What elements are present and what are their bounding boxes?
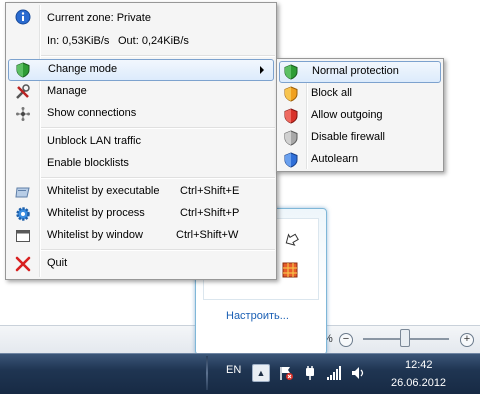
network-signal-icon[interactable]	[326, 365, 342, 381]
change-mode-submenu: Normal protection Block all Allow outgoi…	[276, 58, 444, 172]
menu-item-label: Manage	[47, 85, 87, 97]
show-hidden-icons-button[interactable]: ▲	[252, 364, 270, 382]
menu-item-label: Show connections	[47, 107, 137, 119]
menu-item-whitelist-executable[interactable]: Whitelist by executable Ctrl+Shift+E	[8, 181, 274, 203]
gear-icon	[16, 207, 30, 221]
menu-item-label: Whitelist by window	[47, 229, 143, 241]
submenu-item-allow-outgoing[interactable]: Allow outgoing	[279, 105, 441, 127]
zoom-in-button[interactable]: +	[460, 333, 474, 347]
zoom-out-button[interactable]: −	[339, 333, 353, 347]
shield-orange-icon	[284, 86, 298, 102]
menu-item-whitelist-window[interactable]: Whitelist by window Ctrl+Shift+W	[8, 225, 274, 247]
submenu-item-label: Normal protection	[312, 65, 399, 77]
menu-separator	[41, 177, 275, 179]
shield-grey-icon	[284, 130, 298, 146]
submenu-item-label: Allow outgoing	[311, 109, 383, 121]
clock-time[interactable]: 12:42	[405, 359, 433, 371]
tools-icon	[16, 84, 30, 99]
submenu-item-disable-firewall[interactable]: Disable firewall	[279, 127, 441, 149]
traffic-in-label: In: 0,53KiB/s	[47, 35, 110, 47]
menu-item-label: Enable blocklists	[47, 157, 129, 169]
close-icon	[15, 256, 31, 272]
menu-item-label: Whitelist by executable	[47, 185, 160, 197]
submenu-item-block-all[interactable]: Block all	[279, 83, 441, 105]
menu-item-label: Change mode	[48, 63, 118, 75]
shield-blue-icon	[284, 152, 298, 168]
window-icon	[16, 230, 30, 242]
menu-separator	[41, 55, 275, 57]
traffic-out-label: Out: 0,24KiB/s	[118, 35, 189, 47]
executable-icon	[15, 187, 30, 198]
submenu-arrow-icon	[260, 66, 264, 74]
zoom-slider-thumb[interactable]	[400, 329, 410, 347]
flag-alert-icon[interactable]	[278, 365, 294, 381]
menu-item-shortcut: Ctrl+Shift+W	[176, 229, 239, 241]
submenu-item-label: Disable firewall	[311, 131, 385, 143]
info-icon	[15, 9, 31, 25]
volume-icon[interactable]	[350, 365, 366, 381]
shield-green-icon	[16, 62, 30, 78]
menu-item-label: Whitelist by process	[47, 207, 145, 219]
menu-item-show-connections[interactable]: Show connections	[8, 103, 274, 125]
menu-item-enable-blocklists[interactable]: Enable blocklists	[8, 153, 274, 175]
cursor-arrow-icon[interactable]	[283, 231, 299, 247]
clock-date[interactable]: 26.06.2012	[391, 377, 446, 389]
submenu-item-label: Autolearn	[311, 153, 359, 165]
submenu-item-autolearn[interactable]: Autolearn	[279, 149, 441, 171]
taskbar-separator	[206, 356, 208, 390]
tray-context-menu: Current zone: Private In: 0,53KiB/s Out:…	[5, 2, 277, 280]
menu-separator	[41, 249, 275, 251]
customize-link[interactable]: Настроить...	[226, 310, 289, 322]
menu-item-manage[interactable]: Manage	[8, 81, 274, 103]
submenu-item-normal-protection[interactable]: Normal protection	[279, 61, 441, 83]
power-plug-icon[interactable]	[302, 365, 318, 381]
menu-separator	[41, 127, 275, 129]
current-zone-label: Current zone: Private	[47, 12, 151, 24]
tray-grid-icon[interactable]	[282, 262, 298, 278]
menu-item-change-mode[interactable]: Change mode	[8, 59, 274, 81]
language-indicator[interactable]: EN	[226, 364, 241, 376]
menu-item-whitelist-process[interactable]: Whitelist by process Ctrl+Shift+P	[8, 203, 274, 225]
submenu-item-label: Block all	[311, 87, 352, 99]
menu-item-shortcut: Ctrl+Shift+E	[180, 185, 240, 197]
menu-item-shortcut: Ctrl+Shift+P	[180, 207, 240, 219]
menu-item-label: Quit	[47, 257, 68, 269]
menu-item-label: Unblock LAN traffic	[47, 135, 141, 147]
connections-icon	[16, 107, 30, 121]
shield-red-icon	[284, 108, 298, 124]
shield-green-icon	[284, 64, 298, 80]
menu-item-unblock-lan[interactable]: Unblock LAN traffic	[8, 131, 274, 153]
menu-item-quit[interactable]: Quit	[8, 253, 274, 275]
